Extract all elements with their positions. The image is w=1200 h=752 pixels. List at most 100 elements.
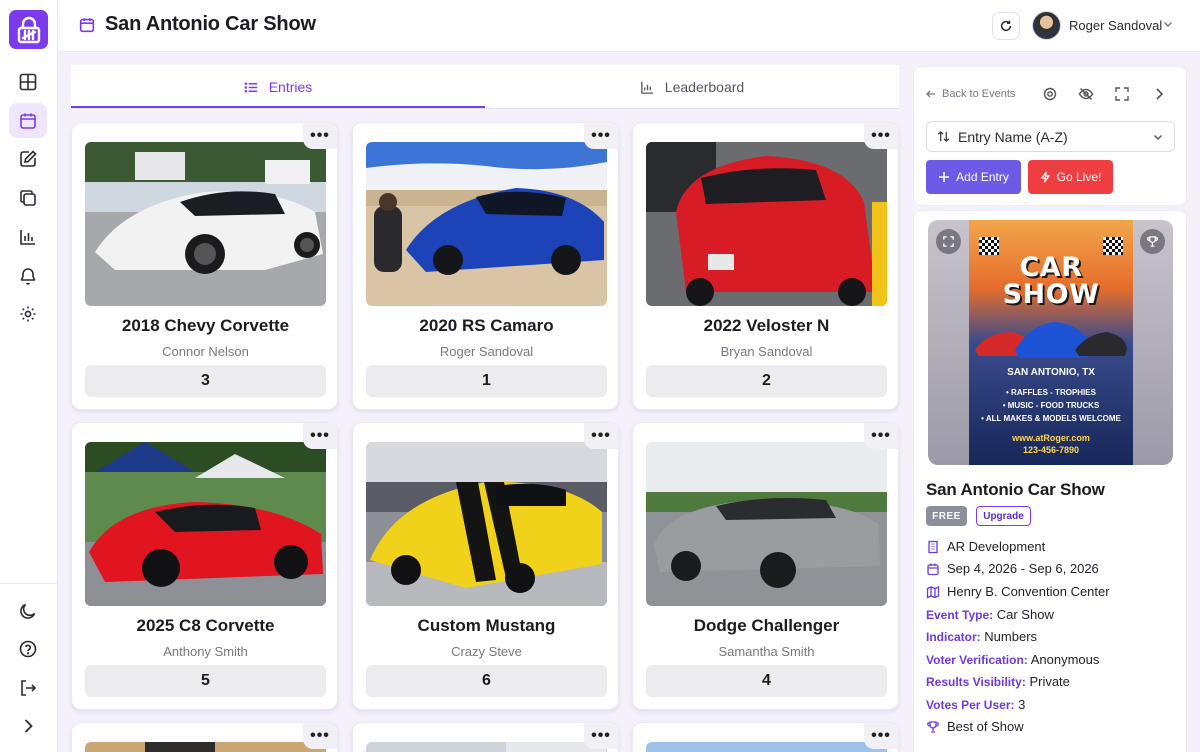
refresh-icon [1000,20,1012,32]
upgrade-button[interactable]: Upgrade [976,506,1031,526]
organizer-line: AR Development [926,539,1045,554]
detail-value: 3 [1018,697,1026,712]
back-to-events-link[interactable]: Back to Events [925,88,1015,100]
trophy-icon [1147,236,1158,247]
detail-key: Results Visibility: [926,675,1026,689]
entry-card[interactable]: ••• [632,722,899,752]
gear-icon[interactable] [9,296,47,331]
entry-menu-button[interactable]: ••• [303,423,337,449]
event-info-panel: CAR SHOW SAN ANTONIO, TX • RAFFLES - TRO… [913,210,1187,752]
checkered-flag-icon [1103,237,1123,255]
entry-rank: 3 [85,365,326,397]
entry-rank: 5 [85,665,326,697]
checkered-flag-icon [979,237,999,255]
sort-value: Entry Name (A-Z) [958,128,1068,145]
bar-chart-icon[interactable] [9,219,47,254]
entry-card[interactable]: ••• [352,722,619,752]
calendar-icon[interactable] [9,103,47,138]
chevron-right-icon[interactable] [1151,86,1167,102]
car-photo [85,142,326,306]
entry-title: 2025 C8 Corvette [136,616,275,635]
logout-icon[interactable] [9,670,47,705]
chevron-down-icon[interactable] [1162,18,1174,30]
entry-menu-button[interactable]: ••• [864,723,898,749]
entry-menu-button[interactable]: ••• [864,423,898,449]
entry-card[interactable]: ••• 2022 Veloster N Bryan Sandoval 2 [632,122,899,410]
entry-card[interactable]: ••• 2025 C8 Corvette Anthony Smith 5 [71,422,338,710]
detail-indicator: Indicator: Numbers [926,629,1037,644]
detail-results-visibility: Results Visibility: Private [926,674,1070,689]
trophy-button[interactable] [1140,229,1165,254]
detail-value: Car Show [996,607,1054,622]
entry-rank: 2 [646,365,887,397]
poster-website: www.atRoger.com [1012,433,1090,443]
plus-icon [939,172,950,182]
eye-off-icon[interactable] [1078,86,1094,102]
entry-menu-button[interactable]: ••• [584,423,618,449]
entry-card[interactable]: ••• Custom Mustang Crazy Steve 6 [352,422,619,710]
entry-rank: 1 [366,365,607,397]
bell-icon[interactable] [9,258,47,293]
detail-event-type: Event Type: Car Show [926,607,1054,622]
detail-key: Event Type: [926,608,994,622]
entry-title: 2018 Chevy Corvette [121,316,290,335]
refresh-button[interactable] [992,12,1020,40]
fullscreen-icon[interactable] [1114,86,1130,102]
app-lock-logo[interactable] [9,10,48,49]
entry-card[interactable]: ••• 2020 RS Camaro Roger Sandoval 1 [352,122,619,410]
fullscreen-icon [943,236,954,247]
chevron-right-icon[interactable] [9,708,47,743]
entries-panel: Entries Leaderboard ••• 2018 Chevy Corve… [71,65,899,752]
tab-entries[interactable]: Entries [71,65,485,109]
entry-owner: Bryan Sandoval [720,344,813,359]
entry-menu-button[interactable]: ••• [864,123,898,149]
gear-icon[interactable] [1042,86,1058,102]
calendar-icon [927,563,939,575]
poster-image: CAR SHOW SAN ANTONIO, TX • RAFFLES - TRO… [969,220,1133,465]
tab-leaderboard-label: Leaderboard [664,79,745,95]
entry-card[interactable]: ••• Dodge Challenger Samantha Smith 4 [632,422,899,710]
copy-icon[interactable] [9,180,47,215]
dashboard-grid-icon[interactable] [9,64,47,99]
chevron-down-icon [1154,135,1162,140]
avatar[interactable] [1032,11,1061,40]
sidebar-divider [0,583,58,584]
event-venue: Henry B. Convention Center [947,584,1110,599]
go-live-button[interactable]: Go Live! [1028,160,1113,194]
entry-card[interactable]: ••• 2018 Chevy Corvette Connor Nelson 3 [71,122,338,410]
moon-icon[interactable] [9,593,47,628]
add-entry-label: Add Entry [956,170,1009,184]
add-entry-button[interactable]: Add Entry [926,160,1021,194]
entry-menu-button[interactable]: ••• [584,123,618,149]
detail-key: Votes Per User: [926,698,1015,712]
poster-location: SAN ANTONIO, TX [1007,367,1095,378]
poster-title-line1: CAR [1019,252,1083,283]
detail-votes-per-user: Votes Per User: 3 [926,697,1025,712]
car-photo [646,442,887,606]
dates-line: Sep 4, 2026 - Sep 6, 2026 [926,561,1099,576]
calendar-icon [79,17,95,32]
entry-rank: 6 [366,665,607,697]
active-tab-indicator [71,106,485,108]
tab-leaderboard[interactable]: Leaderboard [485,65,899,109]
event-dates: Sep 4, 2026 - Sep 6, 2026 [947,561,1099,576]
edit-icon[interactable] [9,141,47,176]
venue-line: Henry B. Convention Center [926,584,1110,599]
tab-bar: Entries Leaderboard [71,65,899,109]
back-to-events-label: Back to Events [942,88,1016,100]
entry-card[interactable]: ••• [71,722,338,752]
bar-chart-icon [641,81,653,94]
list-icon [244,81,257,93]
entry-menu-button[interactable]: ••• [303,123,337,149]
detail-key: Voter Verification: [926,653,1028,667]
help-icon[interactable] [9,631,47,666]
entry-owner: Samantha Smith [718,644,815,659]
entry-menu-button[interactable]: ••• [584,723,618,749]
expand-poster-button[interactable] [936,229,961,254]
page-title-group: San Antonio Car Show [78,13,316,36]
user-name[interactable]: Roger Sandoval [1069,18,1162,33]
sort-dropdown[interactable]: Entry Name (A-Z) [926,121,1175,152]
entry-owner: Crazy Steve [451,644,522,659]
entry-title: Custom Mustang [417,616,556,635]
entry-menu-button[interactable]: ••• [303,723,337,749]
